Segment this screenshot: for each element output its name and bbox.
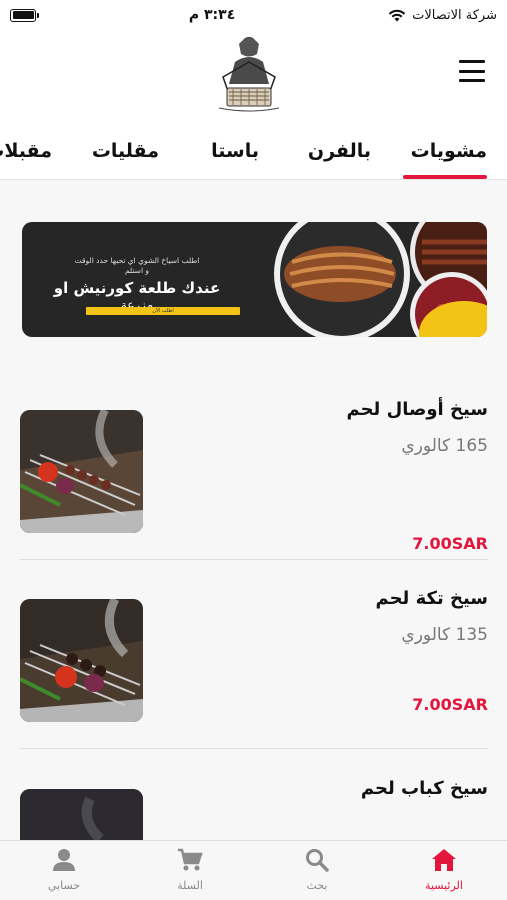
nav-account[interactable]: حسابي bbox=[24, 847, 104, 892]
banner-line-1: اطلب اسياخ الشوي اي تحبها حدد الوقت bbox=[74, 256, 200, 265]
menu-item[interactable]: سيخ أوصال لحم 165 كالوري 7.00SAR bbox=[20, 399, 488, 560]
nav-search[interactable]: بحث bbox=[277, 847, 357, 892]
item-photo bbox=[20, 599, 143, 722]
user-icon bbox=[24, 847, 104, 873]
menu-item[interactable]: سيخ تكة لحم 135 كالوري 7.00SAR bbox=[20, 588, 488, 749]
battery-icon bbox=[10, 8, 39, 22]
tab-grills[interactable]: مشويات bbox=[411, 140, 487, 162]
banner-order-button[interactable]: اطلب الآن bbox=[86, 307, 240, 315]
tab-fried[interactable]: مقليات bbox=[92, 140, 159, 162]
nav-cart[interactable]: السلة bbox=[150, 847, 230, 892]
hamburger-menu-icon[interactable] bbox=[459, 60, 485, 82]
nav-home-label: الرئيسية bbox=[425, 879, 463, 892]
item-calories: 135 كالوري bbox=[401, 625, 488, 645]
status-bar: ٣:٣٤ م شركة الاتصالات bbox=[0, 0, 507, 30]
status-time: ٣:٣٤ م bbox=[188, 7, 236, 23]
cart-icon bbox=[150, 847, 230, 873]
status-network: شركة الاتصالات bbox=[388, 8, 497, 23]
app-header bbox=[0, 30, 507, 120]
nav-home[interactable]: الرئيسية bbox=[404, 847, 484, 892]
item-price: 7.00SAR bbox=[412, 695, 488, 714]
nav-account-label: حسابي bbox=[47, 879, 81, 892]
banner-text: اطلب اسياخ الشوي اي تحبها حدد الوقت و اس… bbox=[37, 256, 237, 312]
item-calories: 165 كالوري bbox=[401, 436, 488, 456]
search-icon bbox=[277, 847, 357, 873]
tab-pasta[interactable]: باستا bbox=[211, 140, 259, 162]
item-photo bbox=[20, 410, 143, 533]
home-icon bbox=[404, 847, 484, 873]
item-name: سيخ تكة لحم bbox=[375, 588, 488, 609]
battery-indicator bbox=[10, 8, 39, 22]
active-tab-indicator bbox=[403, 175, 487, 179]
carrier-name: شركة الاتصالات bbox=[412, 7, 497, 23]
nav-cart-label: السلة bbox=[177, 879, 203, 892]
wifi-icon bbox=[388, 9, 406, 22]
restaurant-logo-icon[interactable] bbox=[213, 32, 285, 114]
item-name: سيخ أوصال لحم bbox=[346, 399, 488, 420]
banner-line-2: و استلم bbox=[124, 266, 150, 275]
nav-search-label: بحث bbox=[306, 879, 328, 892]
tab-appetizers[interactable]: مقبلات bbox=[0, 140, 52, 162]
item-name: سيخ كباب لحم bbox=[360, 778, 488, 799]
item-price: 7.00SAR bbox=[412, 534, 488, 553]
category-tabs: مشويات بالفرن باستا مقليات مقبلات bbox=[0, 120, 507, 180]
tab-oven[interactable]: بالفرن bbox=[308, 140, 371, 162]
banner-headline: عندك طلعة كورنيش او bbox=[53, 279, 221, 297]
bottom-navigation: الرئيسية بحث السلة حسابي bbox=[0, 840, 507, 900]
promo-banner[interactable]: اطلب اسياخ الشوي اي تحبها حدد الوقت و اس… bbox=[22, 222, 487, 337]
